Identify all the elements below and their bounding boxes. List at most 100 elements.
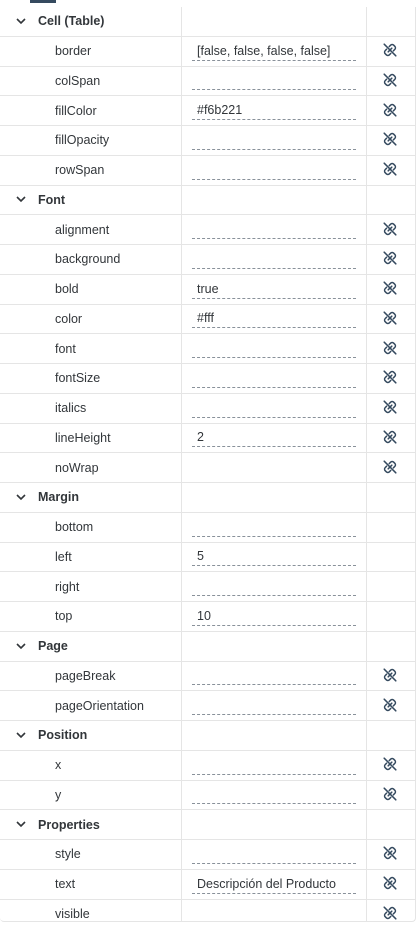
property-value-cell	[182, 661, 367, 691]
property-value-cell: [false, false, false, false]	[182, 36, 367, 66]
property-name: font	[0, 334, 182, 363]
property-name: italics	[0, 393, 182, 423]
section-header-row[interactable]: Position	[0, 721, 415, 751]
section-header-row[interactable]: Cell (Table)	[0, 7, 415, 37]
property-value-input[interactable]	[192, 666, 356, 686]
property-value-input[interactable]	[192, 131, 356, 150]
section-value-cell	[182, 7, 367, 36]
property-value-input[interactable]	[192, 577, 356, 597]
section-action-cell	[367, 721, 415, 750]
property-row: border [false, false, false, false]	[0, 36, 415, 67]
link-icon[interactable]	[382, 131, 400, 149]
link-icon[interactable]	[382, 459, 400, 477]
chevron-down-icon[interactable]	[14, 818, 28, 832]
property-row: pageBreak	[0, 661, 415, 692]
property-row: noWrap	[0, 453, 415, 483]
property-row: y	[0, 780, 415, 811]
link-icon[interactable]	[382, 280, 400, 298]
link-icon[interactable]	[382, 102, 400, 120]
property-value-input[interactable]	[192, 161, 356, 180]
property-action-cell	[367, 394, 415, 423]
link-icon[interactable]	[382, 756, 400, 774]
property-action-cell	[367, 751, 415, 780]
section-header-cell[interactable]: Properties	[0, 810, 182, 839]
property-value-input[interactable]	[192, 756, 356, 775]
property-value-cell: Descripción del Producto	[182, 869, 367, 899]
property-name: lineHeight	[0, 423, 182, 453]
chevron-down-icon[interactable]	[14, 639, 28, 653]
link-icon[interactable]	[382, 399, 400, 417]
property-name: alignment	[0, 215, 182, 244]
property-value-input[interactable]	[192, 250, 356, 269]
property-value-input[interactable]: 2	[192, 428, 356, 448]
section-header-cell[interactable]: Font	[0, 185, 182, 215]
property-action-cell	[367, 602, 415, 631]
property-value-input[interactable]	[192, 339, 356, 359]
section-header-cell[interactable]: Position	[0, 721, 182, 750]
link-icon[interactable]	[382, 42, 400, 60]
property-value-input[interactable]	[192, 696, 356, 716]
property-value-input[interactable]: #fff	[192, 309, 356, 329]
property-value-input[interactable]	[192, 71, 356, 91]
property-value-cell	[182, 512, 367, 542]
section-header-cell[interactable]: Cell (Table)	[0, 7, 182, 36]
link-icon[interactable]	[382, 697, 400, 715]
property-value-input[interactable]	[192, 220, 356, 240]
property-action-cell	[367, 572, 415, 601]
link-icon[interactable]	[382, 786, 400, 804]
section-header-row[interactable]: Font	[0, 185, 415, 216]
property-value-cell	[182, 334, 367, 363]
link-icon[interactable]	[382, 429, 400, 447]
section-header-row[interactable]: Page	[0, 631, 415, 662]
property-value-input[interactable]: 10	[192, 607, 356, 626]
property-value-input[interactable]	[192, 399, 356, 418]
link-icon[interactable]	[382, 845, 400, 863]
property-name: pageBreak	[0, 661, 182, 691]
chevron-down-icon[interactable]	[14, 728, 28, 742]
property-action-cell	[367, 245, 415, 274]
property-value-input[interactable]: [false, false, false, false]	[192, 42, 356, 61]
property-value-input[interactable]: #f6b221	[192, 101, 356, 121]
section-header-cell[interactable]: Page	[0, 631, 182, 661]
property-name: color	[0, 304, 182, 334]
property-value-input[interactable]	[192, 785, 356, 805]
section-label: Page	[38, 639, 68, 654]
link-icon[interactable]	[382, 221, 400, 239]
property-value-cell	[182, 691, 367, 720]
link-icon[interactable]	[382, 72, 400, 90]
property-name: border	[0, 36, 182, 66]
property-value-input[interactable]	[192, 369, 356, 388]
link-icon[interactable]	[382, 340, 400, 358]
property-value-input[interactable]: true	[192, 280, 356, 299]
property-value-input[interactable]: 5	[192, 547, 356, 567]
property-row: fillColor #f6b221	[0, 96, 415, 126]
section-header-cell[interactable]: Margin	[0, 483, 182, 512]
property-action-cell	[367, 215, 415, 244]
property-row: text Descripción del Producto	[0, 869, 415, 900]
section-header-row[interactable]: Margin	[0, 483, 415, 513]
property-value-input[interactable]: Descripción del Producto	[192, 875, 356, 894]
link-icon[interactable]	[382, 250, 400, 268]
property-action-cell	[367, 662, 415, 691]
property-value-cell	[182, 453, 367, 482]
link-icon[interactable]	[382, 905, 400, 921]
property-value-input[interactable]	[192, 518, 356, 537]
section-header-row[interactable]: Properties	[0, 810, 415, 840]
link-icon[interactable]	[382, 310, 400, 328]
property-name: background	[0, 245, 182, 274]
property-name: bold	[0, 274, 182, 304]
chevron-down-icon[interactable]	[14, 14, 28, 28]
link-icon[interactable]	[382, 667, 400, 685]
link-icon[interactable]	[382, 875, 400, 893]
property-name: rowSpan	[0, 155, 182, 185]
property-row: pageOrientation	[0, 691, 415, 721]
property-value-input[interactable]	[192, 845, 356, 864]
section-label: Cell (Table)	[38, 14, 105, 29]
link-icon[interactable]	[382, 369, 400, 387]
property-value-cell: #f6b221	[182, 96, 367, 125]
property-row: bold true	[0, 274, 415, 305]
chevron-down-icon[interactable]	[14, 193, 28, 207]
link-icon[interactable]	[382, 161, 400, 179]
property-value-cell: 5	[182, 542, 367, 572]
chevron-down-icon[interactable]	[14, 490, 28, 504]
